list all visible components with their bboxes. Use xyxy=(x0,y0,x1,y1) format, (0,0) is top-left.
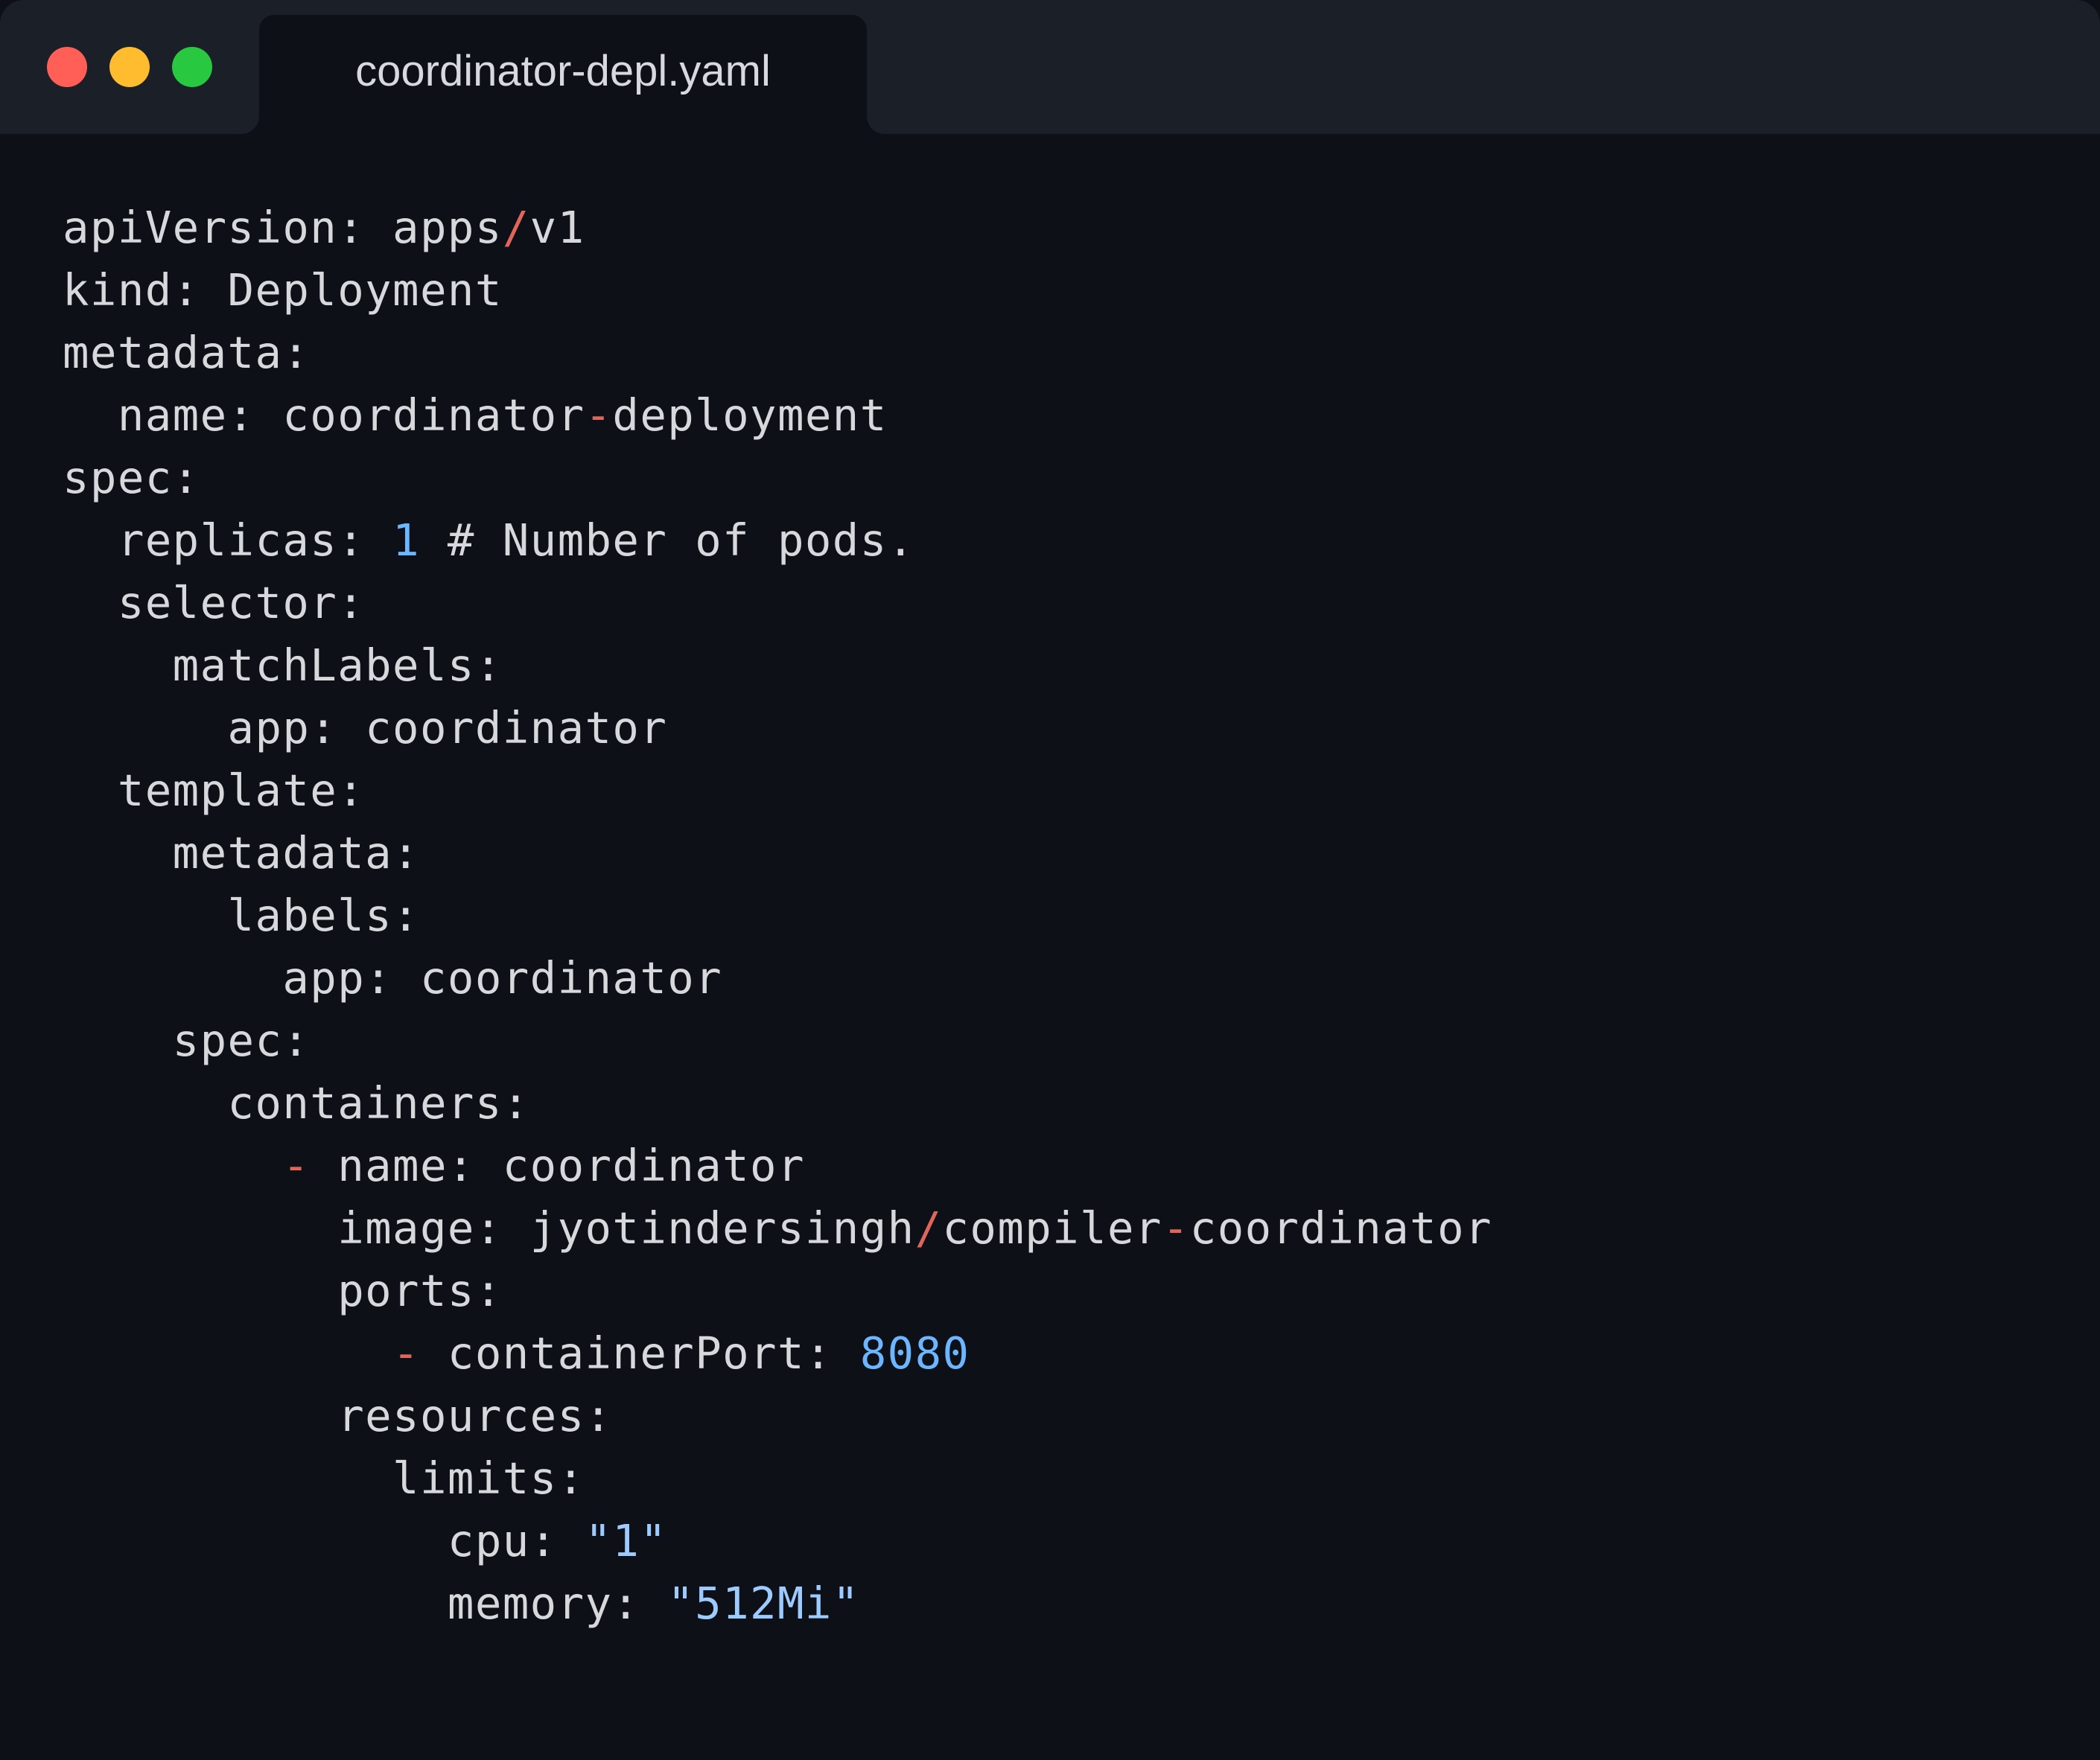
code-token-text: name: coordinator xyxy=(63,389,585,441)
code-line: matchLabels: xyxy=(63,634,1492,697)
code-line: replicas: 1 # Number of pods. xyxy=(63,509,1492,572)
code-line: selector: xyxy=(63,572,1492,634)
code-token-text: containerPort: xyxy=(419,1327,860,1379)
code-line: - containerPort: 8080 xyxy=(63,1322,1492,1385)
code-token-text: v1 xyxy=(529,202,585,253)
code-line: app: coordinator xyxy=(63,947,1492,1010)
code-line: spec: xyxy=(63,1010,1492,1072)
file-tab-label: coordinator-depl.yaml xyxy=(355,47,771,95)
code-token-text: spec: xyxy=(63,452,200,503)
code-line: name: coordinator-deployment xyxy=(63,384,1492,447)
code-token-string: "1" xyxy=(585,1515,668,1566)
code-token-punct: - xyxy=(1162,1202,1190,1254)
code-line: spec: xyxy=(63,447,1492,509)
code-token-text: resources: xyxy=(63,1390,613,1441)
code-token-text: image: jyotindersingh xyxy=(63,1202,915,1254)
code-token-number: 1 xyxy=(392,514,420,566)
code-token-text: app: coordinator xyxy=(63,952,723,1004)
code-line: image: jyotindersingh/compiler-coordinat… xyxy=(63,1197,1492,1260)
code-token-text: compiler xyxy=(942,1202,1162,1254)
maximize-button[interactable] xyxy=(172,47,212,87)
code-token-text: spec: xyxy=(63,1015,311,1066)
code-line: containers: xyxy=(63,1072,1492,1135)
code-token-punct: / xyxy=(914,1202,943,1254)
code-token-text: containers: xyxy=(63,1077,530,1129)
code-token-text: deployment xyxy=(612,389,888,441)
code-token-text: matchLabels: xyxy=(63,640,503,691)
code-token-text: ports: xyxy=(63,1265,503,1316)
code-token-text: metadata: xyxy=(63,327,311,378)
code-token-text: kind: Deployment xyxy=(63,264,503,316)
code-block: apiVersion: apps/v1 kind: Deployment metad… xyxy=(63,197,1492,1635)
title-bar: coordinator-depl.yaml xyxy=(0,0,2100,134)
code-line: metadata: xyxy=(63,322,1492,384)
code-line: app: coordinator xyxy=(63,697,1492,759)
code-token-punct: - xyxy=(282,1140,311,1191)
code-token-text: template: xyxy=(63,765,366,816)
code-line: resources: xyxy=(63,1385,1492,1447)
code-line: limits: xyxy=(63,1447,1492,1510)
code-line: memory: "512Mi" xyxy=(63,1572,1492,1635)
code-token-text: selector: xyxy=(63,577,366,628)
code-line: ports: xyxy=(63,1260,1492,1322)
file-tab[interactable]: coordinator-depl.yaml xyxy=(259,15,867,134)
code-line: metadata: xyxy=(63,822,1492,884)
code-token-string: "512Mi" xyxy=(667,1578,860,1629)
code-token-text: limits: xyxy=(63,1453,585,1504)
code-token-text: labels: xyxy=(63,890,420,941)
code-token-text: name: coordinator xyxy=(310,1140,805,1191)
code-token-text: cpu: xyxy=(63,1515,585,1566)
code-token-text: metadata: xyxy=(63,827,420,879)
code-token-text: # Number of pods. xyxy=(419,514,915,566)
code-line: apiVersion: apps/v1 xyxy=(63,197,1492,259)
editor-window: coordinator-depl.yaml apiVersion: apps/v… xyxy=(0,0,2100,1760)
code-token-punct: - xyxy=(585,389,613,441)
close-button[interactable] xyxy=(47,47,87,87)
code-token-text: apiVersion: apps xyxy=(63,202,503,253)
code-line: - name: coordinator xyxy=(63,1135,1492,1197)
code-token-text: coordinator xyxy=(1189,1202,1492,1254)
code-token-text: app: coordinator xyxy=(63,702,668,753)
code-token-text: memory: xyxy=(63,1578,668,1629)
code-line: labels: xyxy=(63,884,1492,947)
code-token-text: replicas: xyxy=(63,514,393,566)
code-line: template: xyxy=(63,759,1492,822)
code-token-number: 8080 xyxy=(859,1327,970,1379)
code-line: kind: Deployment xyxy=(63,259,1492,322)
code-token-punct: - xyxy=(392,1327,420,1379)
code-token-punct: / xyxy=(502,202,530,253)
code-line: cpu: "1" xyxy=(63,1510,1492,1572)
minimize-button[interactable] xyxy=(109,47,150,87)
